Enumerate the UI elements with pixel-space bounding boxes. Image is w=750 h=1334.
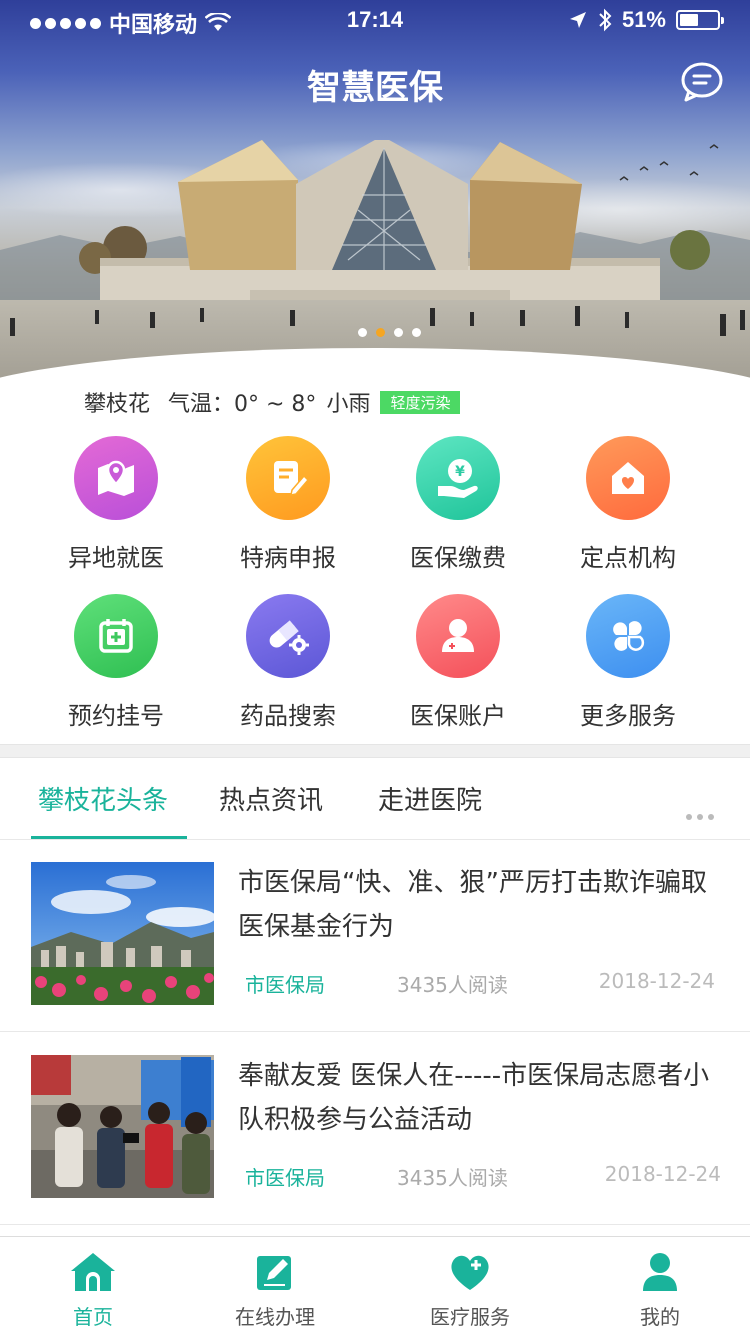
weather-temperature: 气温：0° ~ 8° [168, 392, 317, 417]
tab-label: 在线办理 [235, 1305, 315, 1329]
news-item[interactable]: 奉献友爱 医保人在-----市医保局志愿者小队积极参与公益活动 市医保局 343… [0, 1032, 750, 1225]
bluetooth-icon [599, 8, 612, 32]
news-item[interactable]: 市医保局“快、准、狠”严厉打击欺诈骗取医保基金行为 市医保局 3435人阅读 2… [0, 839, 750, 1032]
news-date: 2018-12-24 [604, 1162, 721, 1186]
battery-icon [676, 10, 724, 30]
bottom-tab-bar: 首页 在线办理 医疗服务 我的 [0, 1236, 750, 1334]
service-designated-institutions[interactable]: 定点机构 [543, 436, 713, 573]
section-divider [0, 744, 750, 758]
service-icon-circle[interactable] [74, 594, 158, 678]
house-heart-icon [612, 462, 644, 494]
service-label: 预约挂号 [68, 702, 164, 730]
news-read-count: 3435人阅读 [397, 973, 508, 997]
service-icon-circle[interactable] [586, 594, 670, 678]
message-button[interactable] [680, 60, 724, 104]
weather-bar: 攀枝花 气温：0° ~ 8° 小雨 轻度污染 [84, 386, 461, 418]
yuan-coin-hand-icon: ¥ [438, 459, 478, 498]
service-insurance-payment[interactable]: ¥ 医保缴费 [373, 436, 543, 573]
document-edit-icon [274, 461, 310, 496]
service-label: 定点机构 [580, 544, 676, 572]
volunteer-event-image [31, 1055, 214, 1198]
service-drug-search[interactable]: 药品搜索 [203, 594, 373, 731]
news-thumbnail [31, 862, 214, 1005]
service-remote-medical[interactable]: 异地就医 [31, 436, 201, 573]
service-icon-circle[interactable] [246, 594, 330, 678]
weather-city: 攀枝花 [84, 392, 151, 417]
service-icon-circle[interactable] [74, 436, 158, 520]
pill-gear-icon [269, 620, 309, 655]
map-pin-icon [98, 460, 134, 496]
grid-more-icon [613, 621, 645, 651]
carousel-dot[interactable] [358, 328, 367, 337]
page-title: 智慧医保 [307, 68, 443, 108]
service-more[interactable]: 更多服务 [543, 594, 713, 731]
user-icon[interactable] [640, 1251, 680, 1293]
doctor-user-icon [442, 619, 474, 652]
service-label: 医保账户 [410, 702, 506, 730]
message-icon[interactable] [680, 60, 724, 104]
svg-text:¥: ¥ [455, 464, 465, 480]
home-icon[interactable] [69, 1251, 117, 1293]
news-title[interactable]: 奉献友爱 医保人在-----市医保局志愿者小队积极参与公益活动 [238, 1054, 728, 1142]
tab-label: 医疗服务 [430, 1305, 510, 1329]
news-title[interactable]: 市医保局“快、准、狠”严厉打击欺诈骗取医保基金行为 [238, 861, 728, 949]
news-date: 2018-12-24 [598, 969, 715, 993]
calendar-medical-icon [99, 619, 133, 653]
news-source: 市医保局 [245, 973, 325, 997]
tab-hot-news[interactable]: 热点资讯 [219, 780, 323, 817]
news-read-count: 3435人阅读 [397, 1166, 508, 1190]
news-thumbnail [31, 1055, 214, 1198]
service-icon-circle[interactable]: ¥ [416, 436, 500, 520]
service-label: 医保缴费 [410, 544, 506, 572]
carousel-dot-active[interactable] [376, 328, 385, 337]
tab-home[interactable]: 首页 [23, 1247, 163, 1330]
service-special-disease[interactable]: 特病申报 [203, 436, 373, 573]
service-icon-circle[interactable] [246, 436, 330, 520]
news-source: 市医保局 [245, 1166, 325, 1190]
tab-label: 我的 [640, 1305, 680, 1329]
tab-medical-service[interactable]: 医疗服务 [400, 1247, 540, 1330]
battery-percent: 51% [621, 7, 666, 32]
tab-hospitals[interactable]: 走进医院 [378, 780, 482, 817]
tab-label: 首页 [73, 1305, 113, 1329]
news-tabs: 攀枝花头条 热点资讯 走进医院 [0, 758, 750, 840]
location-arrow-icon [569, 12, 586, 28]
service-label: 特病申报 [240, 544, 336, 572]
more-tabs-button[interactable] [686, 814, 714, 820]
tab-online-service[interactable]: 在线办理 [205, 1247, 345, 1330]
service-appointment[interactable]: 预约挂号 [31, 594, 201, 731]
service-label: 药品搜索 [240, 702, 336, 730]
weather-condition: 小雨 [326, 392, 371, 417]
service-icon-circle[interactable] [416, 594, 500, 678]
service-label: 更多服务 [580, 702, 676, 730]
heart-plus-icon[interactable] [448, 1252, 492, 1292]
status-bar: 中国移动 17:14 51% [0, 0, 750, 40]
service-insurance-account[interactable]: 医保账户 [373, 594, 543, 731]
carousel-dot[interactable] [412, 328, 421, 337]
tab-profile[interactable]: 我的 [590, 1247, 730, 1330]
edit-pen-icon[interactable] [255, 1252, 295, 1292]
city-landscape-image [31, 862, 214, 1005]
service-icon-circle[interactable] [586, 436, 670, 520]
tab-panzhihua-headlines[interactable]: 攀枝花头条 [38, 780, 168, 817]
service-label: 异地就医 [68, 544, 164, 572]
carousel-indicator[interactable] [358, 328, 421, 337]
carousel-dot[interactable] [394, 328, 403, 337]
air-quality-badge: 轻度污染 [380, 390, 461, 414]
